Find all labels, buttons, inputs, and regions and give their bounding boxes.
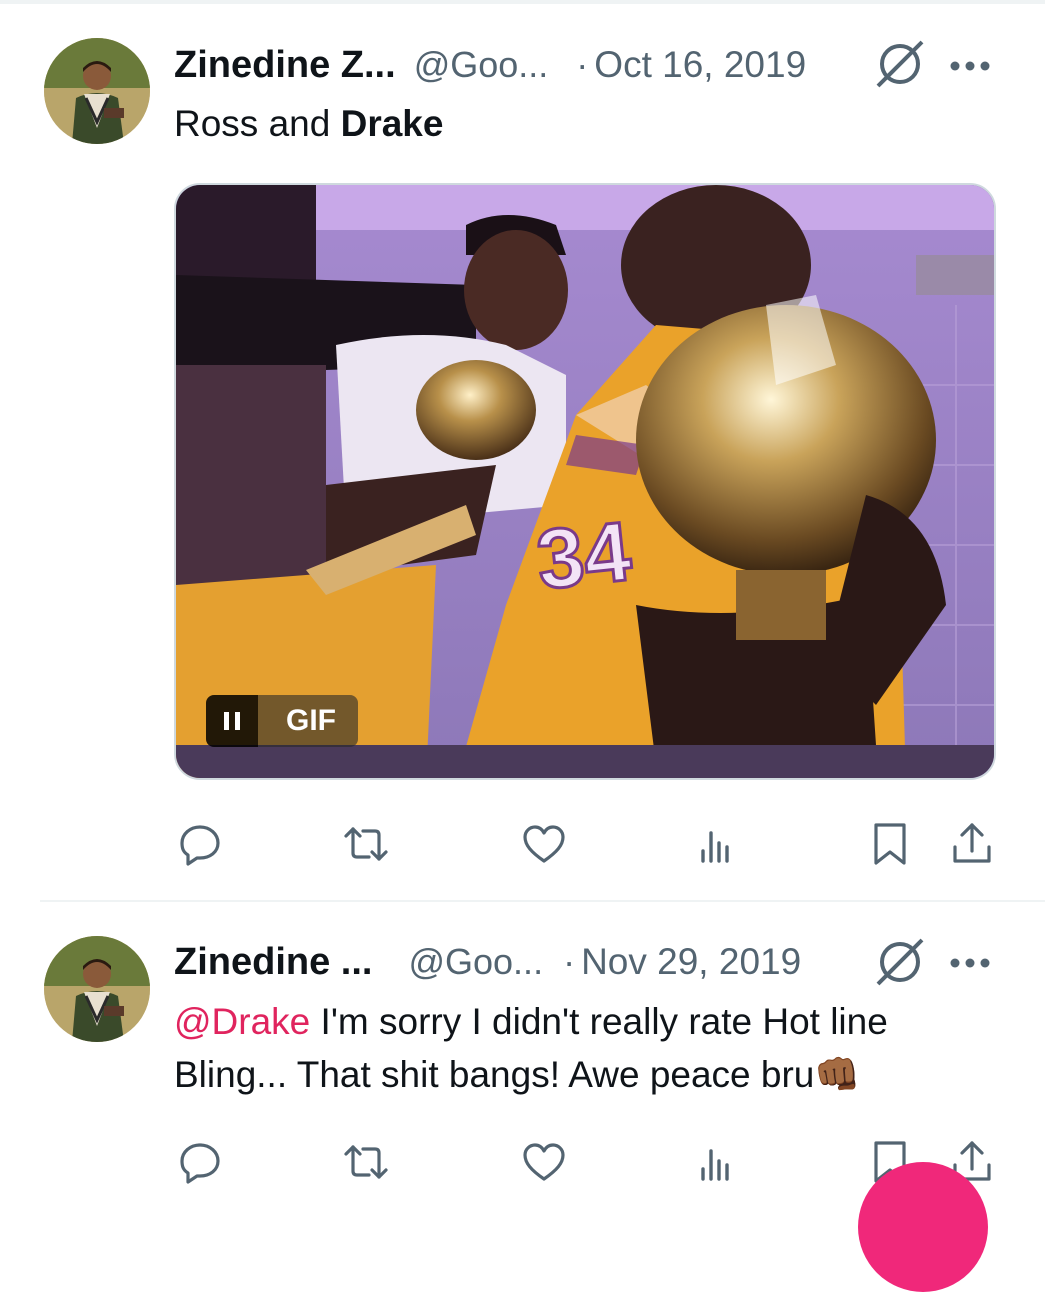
bookmark-button[interactable] (860, 814, 920, 874)
like-icon (523, 825, 565, 863)
author-name[interactable]: Zinedine ... (174, 941, 372, 984)
reply-icon (180, 825, 220, 866)
gif-label: GIF (258, 695, 358, 747)
gif-image: 34 (176, 185, 994, 778)
avatar[interactable] (44, 936, 150, 1042)
author-name[interactable]: Zinedine Z... (174, 44, 396, 87)
bookmark-icon (874, 823, 906, 865)
retweet-icon (344, 827, 388, 861)
tweet-text: Ross and Drake (174, 97, 443, 150)
more-options-icon[interactable] (948, 956, 992, 970)
reply-button[interactable] (170, 1132, 230, 1192)
mention-link[interactable]: @Drake (174, 1001, 310, 1042)
tweet-text-plain: Ross and (174, 103, 341, 144)
tweet[interactable]: Zinedine Z... @Goo... · Oct 16, 2019 Ros… (0, 0, 1045, 900)
grok-icon[interactable] (874, 936, 926, 988)
like-button[interactable] (514, 814, 574, 874)
tweet-text: @Drake I'm sorry I didn't really rate Ho… (174, 995, 1004, 1101)
tweet-date[interactable]: Nov 29, 2019 (581, 941, 801, 983)
avatar[interactable] (44, 38, 150, 144)
like-icon (523, 1143, 565, 1181)
grok-icon[interactable] (874, 38, 926, 90)
tweet-divider (40, 900, 1045, 902)
more-options-icon[interactable] (948, 59, 992, 73)
views-button[interactable] (686, 1132, 746, 1192)
author-handle[interactable]: @Goo... (414, 44, 549, 86)
compose-fab[interactable] (858, 1162, 988, 1292)
tweet-text-bold: Drake (340, 103, 444, 144)
reply-icon (180, 1143, 220, 1184)
views-button[interactable] (686, 814, 746, 874)
separator-dot: · (563, 941, 576, 982)
retweet-button[interactable] (336, 814, 396, 874)
retweet-button[interactable] (336, 1132, 396, 1192)
reply-button[interactable] (170, 814, 230, 874)
jersey-number: 34 (532, 504, 635, 607)
gif-badge[interactable]: GIF (206, 695, 358, 747)
action-bar (170, 814, 1000, 874)
pause-icon[interactable] (206, 695, 258, 747)
retweet-icon (344, 1145, 388, 1179)
share-button[interactable] (942, 814, 1002, 874)
views-icon (701, 831, 729, 863)
separator-dot: · (576, 44, 589, 85)
gif-media[interactable]: 34 GIF (174, 183, 996, 780)
author-handle[interactable]: @Goo... (408, 941, 543, 983)
views-icon (701, 1149, 729, 1181)
share-icon (953, 823, 991, 863)
like-button[interactable] (514, 1132, 574, 1192)
tweet-date[interactable]: Oct 16, 2019 (594, 44, 806, 86)
fist-emoji: 👊🏾 (814, 1054, 861, 1095)
